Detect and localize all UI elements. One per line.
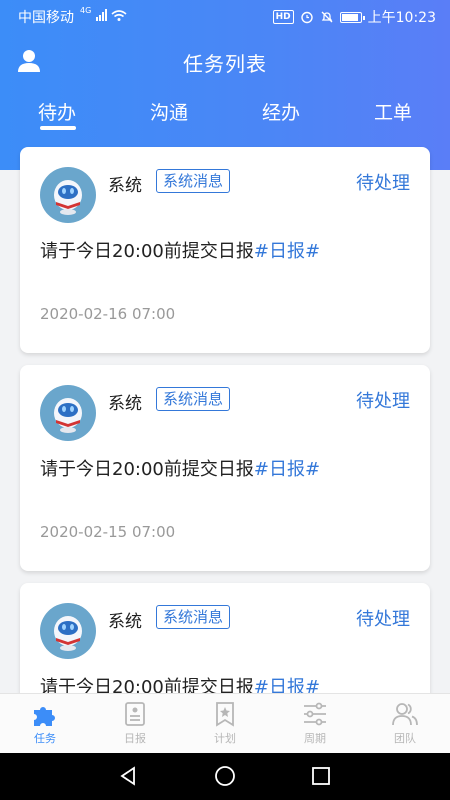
task-text: 请于今日20:00前提交日报 — [40, 677, 254, 693]
task-content: 请于今日20:00前提交日报#日报# — [40, 455, 320, 481]
task-hashtag[interactable]: #日报# — [254, 459, 320, 480]
home-icon[interactable] — [214, 765, 236, 787]
tab-communicate[interactable]: 沟通 — [150, 98, 188, 125]
pending-status[interactable]: 待处理 — [356, 605, 410, 631]
task-card[interactable]: 系统 系统消息 待处理 请于今日20:00前提交日报#日报# 2020-02-1… — [20, 365, 430, 571]
mute-bell-icon — [321, 11, 333, 23]
message-type-tag: 系统消息 — [156, 605, 231, 629]
robot-avatar — [40, 603, 96, 659]
robot-avatar — [40, 385, 96, 441]
hd-icon: HD — [272, 10, 294, 24]
bottom-navigation: 任务 日报 计划 周期 团队 — [0, 693, 450, 753]
nav-label: 团队 — [394, 732, 416, 745]
signal-icon: 4G — [80, 6, 128, 23]
message-type-tag: 系统消息 — [156, 169, 231, 193]
robot-avatar — [40, 167, 96, 223]
robot-icon — [54, 616, 82, 651]
nav-tasks[interactable]: 任务 — [0, 700, 90, 752]
nav-cycle[interactable]: 周期 — [270, 700, 360, 752]
tab-todo[interactable]: 待办 — [38, 98, 76, 125]
carrier-name: 中国移动 — [18, 10, 74, 26]
task-time: 2020-02-15 07:00 — [40, 523, 176, 541]
sender-name: 系统 — [108, 394, 142, 414]
tab-work-order[interactable]: 工单 — [374, 98, 412, 125]
network-type: 4G — [80, 6, 92, 15]
nav-label: 任务 — [34, 732, 56, 745]
alarm-icon — [300, 11, 313, 24]
team-icon — [392, 703, 418, 726]
nav-label: 计划 — [214, 732, 236, 745]
active-tab-indicator — [40, 126, 76, 130]
back-icon[interactable] — [118, 766, 138, 786]
page-title: 任务列表 — [183, 52, 267, 76]
task-time: 2020-02-16 07:00 — [40, 305, 176, 323]
task-hashtag[interactable]: #日报# — [254, 677, 320, 693]
recents-icon[interactable] — [311, 766, 331, 786]
robot-icon — [54, 180, 82, 215]
system-navigation-bar — [0, 753, 450, 800]
battery-icon — [339, 11, 365, 23]
task-list[interactable]: 系统 系统消息 待处理 请于今日20:00前提交日报#日报# 2020-02-1… — [0, 145, 450, 693]
task-content: 请于今日20:00前提交日报#日报# — [40, 673, 320, 693]
task-card[interactable]: 系统 系统消息 待处理 请于今日20:00前提交日报#日报# 2020-02-1… — [20, 147, 430, 353]
report-icon — [125, 702, 145, 726]
nav-team[interactable]: 团队 — [360, 700, 450, 752]
tab-bar: 待办 沟通 经办 工单 — [0, 98, 450, 138]
sender-name: 系统 — [108, 176, 142, 196]
nav-label: 周期 — [304, 732, 326, 745]
puzzle-icon — [34, 707, 55, 726]
nav-label: 日报 — [124, 732, 146, 745]
clock-time: 上午10:23 — [367, 10, 436, 26]
task-card[interactable]: 系统 系统消息 待处理 请于今日20:00前提交日报#日报# — [20, 583, 430, 693]
pending-status[interactable]: 待处理 — [356, 169, 410, 195]
bookmark-star-icon — [216, 702, 234, 727]
sender-name: 系统 — [108, 612, 142, 632]
pending-status[interactable]: 待处理 — [356, 387, 410, 413]
task-text: 请于今日20:00前提交日报 — [40, 459, 254, 480]
status-bar: 中国移动 4G HD 上午10:23 — [0, 0, 450, 32]
nav-plan[interactable]: 计划 — [180, 700, 270, 752]
message-type-tag: 系统消息 — [156, 387, 231, 411]
nav-daily-report[interactable]: 日报 — [90, 700, 180, 752]
tab-handled[interactable]: 经办 — [262, 98, 300, 125]
task-text: 请于今日20:00前提交日报 — [40, 241, 254, 262]
task-content: 请于今日20:00前提交日报#日报# — [40, 237, 320, 263]
task-hashtag[interactable]: #日报# — [254, 241, 320, 262]
robot-icon — [54, 398, 82, 433]
sliders-icon — [304, 702, 326, 726]
wifi-signal-icon — [95, 8, 127, 21]
